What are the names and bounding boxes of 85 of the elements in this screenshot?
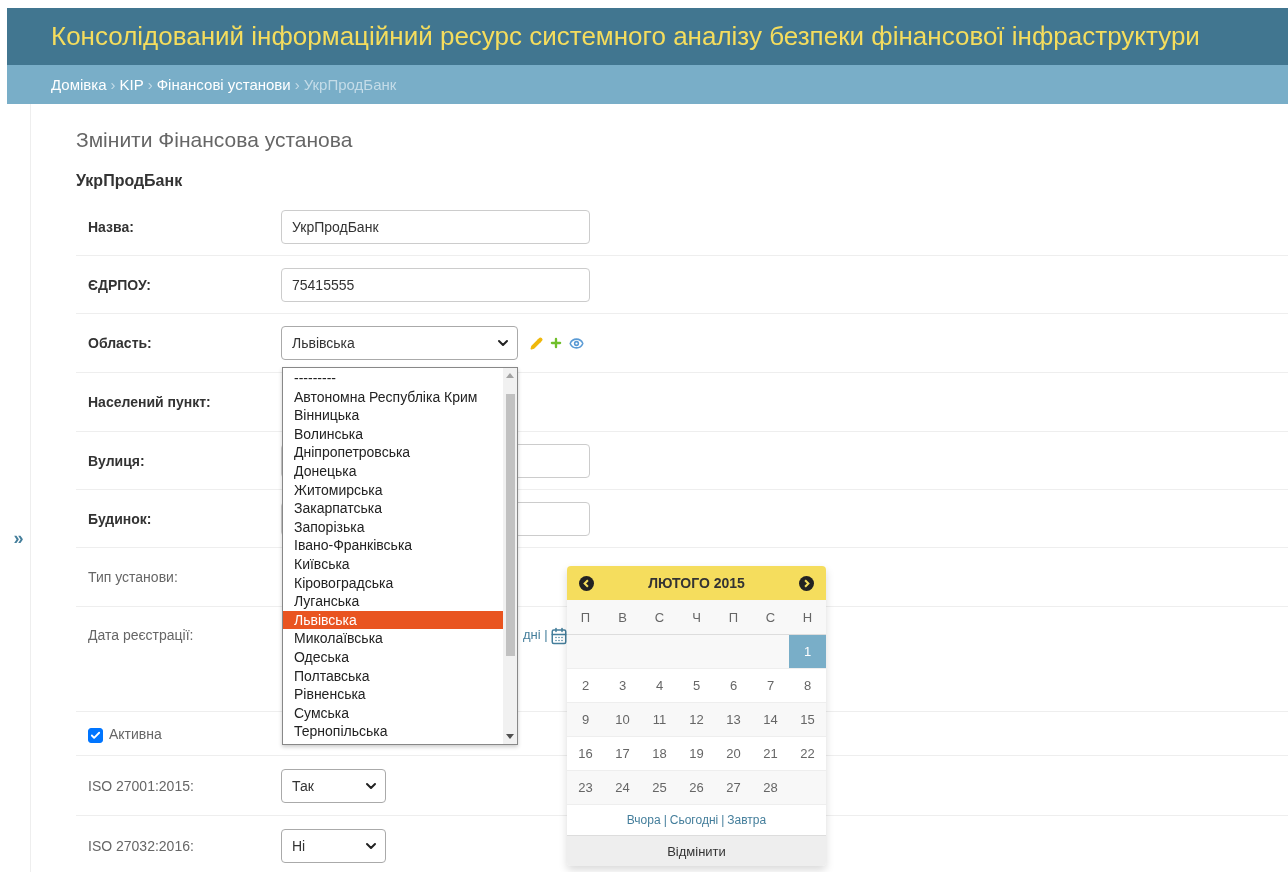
field-label: Населений пункт:	[88, 394, 212, 410]
calendar-day[interactable]: 9	[567, 703, 604, 737]
dropdown-option[interactable]: Кіровоградська	[283, 573, 503, 593]
calendar-day[interactable]: 12	[678, 703, 715, 737]
quick-date-link[interactable]: Завтра	[727, 813, 767, 827]
dropdown-option[interactable]: Луганська	[283, 592, 503, 611]
calendar-day[interactable]: 11	[641, 703, 678, 737]
calendar-day[interactable]: 26	[678, 771, 715, 805]
calendar-day[interactable]: 24	[604, 771, 641, 805]
field-label: ISO 27032:2016:	[88, 837, 195, 854]
quick-date-link[interactable]: Сьогодні	[669, 813, 719, 827]
site-title: Консолідований інформаційний ресурс системного аналізу безпеки фінансової інфраструктури	[51, 21, 1200, 52]
dropdown-option[interactable]: Одеська	[283, 647, 503, 667]
breadcrumb-separator: ›	[294, 76, 300, 93]
calendar-day[interactable]: 10	[604, 703, 641, 737]
cancel-button[interactable]: Відмінити	[567, 836, 826, 866]
current-page-crumb: УкрПродБанк	[303, 76, 397, 93]
calendar-day[interactable]: 15	[789, 703, 826, 737]
breadcrumb-separator: ›	[110, 76, 116, 93]
dropdown-option[interactable]: Полтавська	[283, 666, 503, 686]
checkbox-label: Активна	[109, 725, 162, 742]
select-field[interactable]: Так	[281, 768, 386, 803]
checkbox[interactable]	[88, 728, 103, 743]
dropdown-option[interactable]: Львівська	[283, 610, 503, 630]
calendar-icon[interactable]	[549, 627, 568, 645]
dropdown-option[interactable]: Автономна Республіка Крим	[283, 387, 503, 407]
dropdown-option[interactable]: Івано-Франківська	[283, 536, 503, 555]
next-month-icon	[799, 575, 814, 591]
dropdown-option[interactable]: Закарпатська	[283, 499, 503, 518]
add-icon[interactable]	[549, 336, 563, 350]
field-label: Будинок:	[88, 510, 153, 527]
weekday-header: Ч	[678, 600, 715, 635]
dropdown-option[interactable]: Київська	[283, 554, 503, 574]
previous-month-button[interactable]	[579, 575, 594, 591]
calendar-day[interactable]: 16	[567, 737, 604, 771]
sidebar-toggle[interactable]: »	[13, 527, 24, 549]
dropdown-option[interactable]: Сумська	[283, 703, 503, 723]
dropdown-option[interactable]: Миколаївська	[283, 629, 503, 648]
object-title: УкрПродБанк	[76, 172, 184, 190]
quick-date-link[interactable]: Вчора	[626, 813, 661, 827]
calendar-day[interactable]: 23	[567, 771, 604, 805]
weekday-header: С	[641, 600, 678, 635]
dropdown-option[interactable]: Донецька	[283, 461, 503, 481]
dropdown-option[interactable]: ---------	[283, 369, 503, 388]
dropdown-option[interactable]: Тернопільська	[283, 722, 503, 741]
field-label: Вулиця:	[88, 452, 146, 469]
breadcrumb-separator: ›	[147, 76, 153, 93]
calendar-day[interactable]: 22	[789, 737, 826, 771]
calendar-day[interactable]: 27	[715, 771, 752, 805]
field-label: Тип установи:	[88, 569, 179, 585]
field-label: ЄДРПОУ:	[88, 276, 152, 293]
field-label: ISO 27001:2015:	[88, 777, 195, 794]
dropdown-option[interactable]: Запорізька	[283, 517, 503, 537]
field-label: Дата реєстрації:	[88, 627, 195, 643]
dropdown-option[interactable]: Волинська	[283, 424, 503, 444]
calendar-day[interactable]: 28	[752, 771, 789, 805]
dropdown-option[interactable]: Рівненська	[283, 685, 503, 704]
calendar-day[interactable]: 8	[789, 669, 826, 703]
calendar-month: ЛЮТОГО 2015	[648, 575, 745, 591]
scrollbar[interactable]	[503, 368, 517, 744]
weekday-header: П	[715, 600, 752, 635]
view-icon[interactable]	[569, 335, 584, 351]
link-separator: |	[663, 813, 667, 827]
text-input[interactable]: 75415555	[281, 267, 590, 302]
dropdown-option[interactable]: Дніпропетровська	[283, 443, 503, 462]
page-title: Змінити Фінансова установа	[76, 128, 354, 152]
select-field[interactable]: Львівська	[281, 326, 518, 360]
field-label: Назва:	[88, 218, 135, 235]
calendar-day[interactable]: 25	[641, 771, 678, 805]
next-month-button[interactable]	[799, 575, 814, 591]
calendar-day[interactable]: 2	[567, 669, 604, 703]
weekday-header: С	[752, 600, 789, 635]
date-shortcut-link[interactable]: дні |	[523, 627, 548, 642]
dropdown-option[interactable]: Житомирська	[283, 480, 503, 500]
previous-month-icon	[579, 575, 594, 591]
link-separator: |	[721, 813, 725, 827]
weekday-header: П	[567, 600, 604, 635]
dropdown-option[interactable]: Вінницька	[283, 406, 503, 425]
weekday-header: Н	[789, 600, 826, 635]
calendar-day[interactable]: 13	[715, 703, 752, 737]
weekday-header: В	[604, 600, 641, 635]
select-field[interactable]: Ні	[281, 828, 386, 863]
field-label: Область:	[88, 335, 153, 351]
calendar-day[interactable]: 14	[752, 703, 789, 737]
text-input[interactable]: УкрПродБанк	[281, 209, 590, 244]
